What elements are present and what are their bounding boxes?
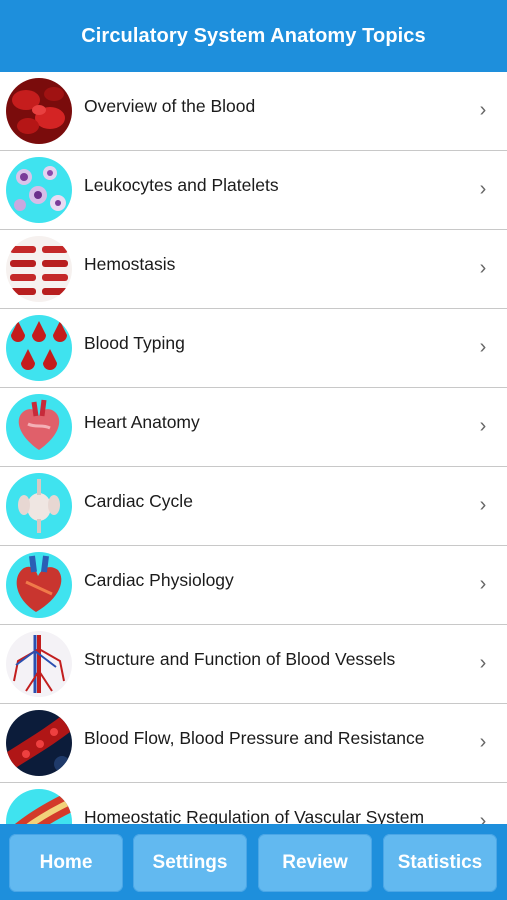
list-item[interactable]: Cardiac Physiology ›: [0, 546, 507, 625]
list-item-label: Blood Typing: [84, 333, 185, 353]
list-item[interactable]: Overview of the Blood ›: [0, 72, 507, 151]
blood-vessels-icon: [6, 631, 72, 697]
list-item-label: Cardiac Physiology: [84, 570, 234, 590]
blood-type-drops-icon: [6, 315, 72, 381]
header-bar: Circulatory System Anatomy Topics: [0, 0, 507, 72]
statistics-button[interactable]: Statistics: [383, 834, 497, 892]
topic-list[interactable]: Overview of the Blood › Leukocytes and P…: [0, 72, 507, 824]
vascular-regulation-icon: [6, 789, 72, 824]
list-item[interactable]: Heart Anatomy ›: [0, 388, 507, 467]
chevron-right-icon: ›: [479, 99, 487, 121]
hemostasis-icon: [6, 236, 72, 302]
list-item[interactable]: Structure and Function of Blood Vessels …: [0, 625, 507, 704]
chevron-right-icon: ›: [479, 415, 487, 437]
chevron-right-icon: ›: [479, 336, 487, 358]
page-title: Circulatory System Anatomy Topics: [81, 24, 426, 47]
bottom-tab-bar: Home Settings Review Statistics: [0, 824, 507, 900]
list-item[interactable]: Homeostatic Regulation of Vascular Syste…: [0, 783, 507, 824]
list-item[interactable]: Cardiac Cycle ›: [0, 467, 507, 546]
list-item[interactable]: Blood Typing ›: [0, 309, 507, 388]
chevron-right-icon: ›: [479, 494, 487, 516]
red-blood-cells-icon: [6, 78, 72, 144]
list-item-label: Cardiac Cycle: [84, 491, 193, 511]
list-item-label: Heart Anatomy: [84, 412, 200, 432]
list-item-label: Hemostasis: [84, 254, 176, 274]
review-button[interactable]: Review: [258, 834, 372, 892]
chevron-right-icon: ›: [479, 652, 487, 674]
chevron-right-icon: ›: [479, 178, 487, 200]
list-item[interactable]: Hemostasis ›: [0, 230, 507, 309]
blood-flow-icon: [6, 710, 72, 776]
list-item-label: Structure and Function of Blood Vessels: [84, 649, 396, 669]
list-item-label: Blood Flow, Blood Pressure and Resistanc…: [84, 728, 425, 748]
heart-anatomy-icon: [6, 394, 72, 460]
chevron-right-icon: ›: [479, 810, 487, 824]
list-item[interactable]: Leukocytes and Platelets ›: [0, 151, 507, 230]
settings-button[interactable]: Settings: [133, 834, 247, 892]
cardiac-physiology-icon: [6, 552, 72, 618]
cardiac-cycle-icon: [6, 473, 72, 539]
chevron-right-icon: ›: [479, 731, 487, 753]
list-item-label: Overview of the Blood: [84, 96, 256, 116]
list-item-label: Homeostatic Regulation of Vascular Syste…: [84, 807, 425, 824]
chevron-right-icon: ›: [479, 573, 487, 595]
leukocytes-icon: [6, 157, 72, 223]
home-button[interactable]: Home: [9, 834, 123, 892]
chevron-right-icon: ›: [479, 257, 487, 279]
list-item[interactable]: Blood Flow, Blood Pressure and Resistanc…: [0, 704, 507, 783]
list-item-label: Leukocytes and Platelets: [84, 175, 279, 195]
